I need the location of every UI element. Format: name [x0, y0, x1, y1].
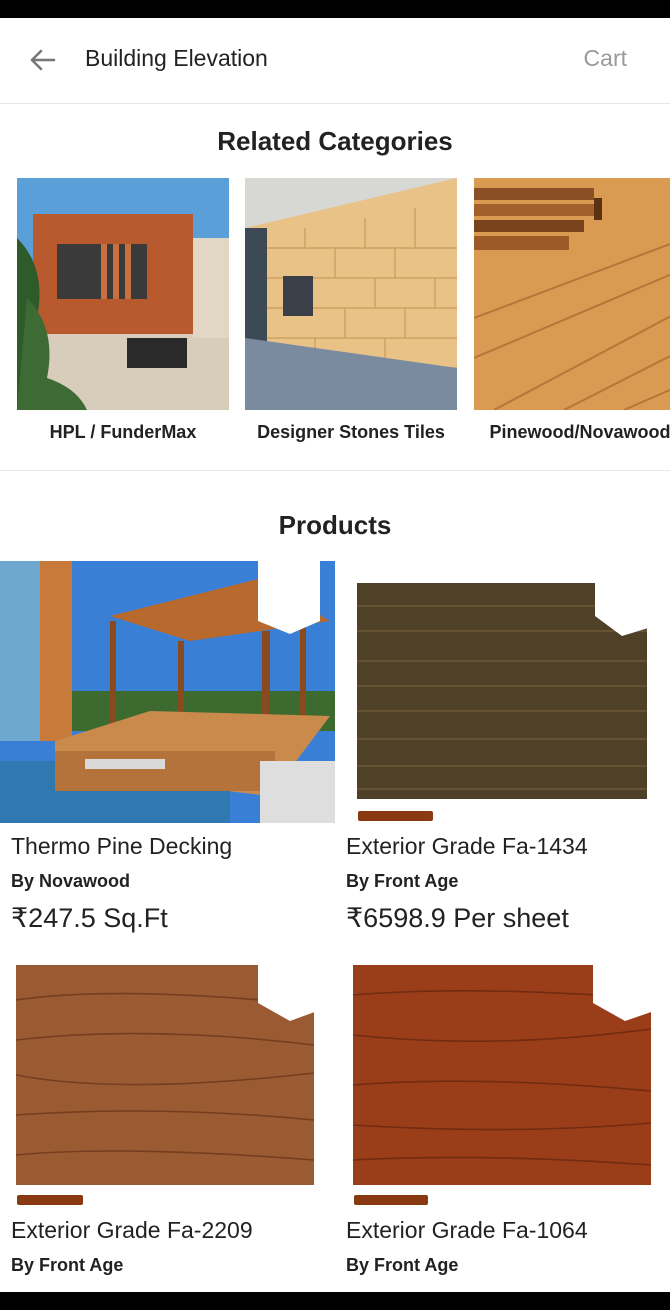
- section-divider: [0, 470, 670, 471]
- products-heading: Products: [278, 510, 392, 540]
- product-name: Exterior Grade Fa-1434: [346, 833, 588, 859]
- product-price: ₹6598.9 Per sheet: [346, 903, 569, 933]
- sku-tag: [354, 1195, 428, 1205]
- category-label: Designer Stones Tiles: [257, 422, 445, 442]
- category-card-hpl[interactable]: HPL / FunderMax: [17, 178, 229, 443]
- product-name: Exterior Grade Fa-2209: [11, 1217, 253, 1243]
- product-brand: By Front Age: [11, 1255, 124, 1275]
- category-carousel[interactable]: HPL / FunderMax Designer Stones Tiles Pi…: [0, 178, 670, 458]
- category-image-stones: [245, 178, 457, 410]
- product-brand: By Novawood: [11, 871, 131, 891]
- product-card-fa-1434[interactable]: Exterior Grade Fa-1434 By Front Age ₹659…: [335, 561, 670, 941]
- status-bar: [0, 0, 670, 18]
- sku-tag: [358, 811, 433, 821]
- product-image: [335, 561, 670, 823]
- cart-button[interactable]: Cart: [584, 45, 627, 72]
- back-button[interactable]: [22, 40, 62, 80]
- product-brand: By Front Age: [346, 871, 459, 891]
- category-label: HPL / FunderMax: [49, 422, 197, 442]
- navigation-bar: [0, 1292, 670, 1310]
- related-categories-heading: Related Categories: [217, 126, 453, 156]
- product-image: [0, 955, 335, 1217]
- product-brand: By Front Age: [346, 1255, 459, 1275]
- sku-tag: [17, 1195, 83, 1205]
- category-label: Pinewood/Novawood: [489, 422, 670, 442]
- product-price: ₹247.5 Sq.Ft: [11, 903, 168, 933]
- product-card-fa-1064[interactable]: Exterior Grade Fa-1064 By Front Age: [335, 955, 670, 1292]
- product-image: [0, 561, 335, 823]
- app-bar: Building Elevation Cart: [0, 18, 670, 104]
- category-image-pinewood: [474, 178, 670, 410]
- product-name: Thermo Pine Decking: [11, 833, 233, 859]
- category-card-pinewood[interactable]: Pinewood/Novawood: [474, 178, 670, 443]
- category-card-stones[interactable]: Designer Stones Tiles: [245, 178, 457, 443]
- product-image: [335, 955, 670, 1217]
- product-card-thermo-pine[interactable]: Thermo Pine Decking By Novawood ₹247.5 S…: [0, 561, 335, 941]
- arrow-left-icon: [30, 49, 56, 71]
- product-name: Exterior Grade Fa-1064: [346, 1217, 588, 1243]
- category-image-hpl: [17, 178, 229, 410]
- product-card-fa-2209[interactable]: Exterior Grade Fa-2209 By Front Age: [0, 955, 335, 1292]
- page-title: Building Elevation: [85, 45, 268, 71]
